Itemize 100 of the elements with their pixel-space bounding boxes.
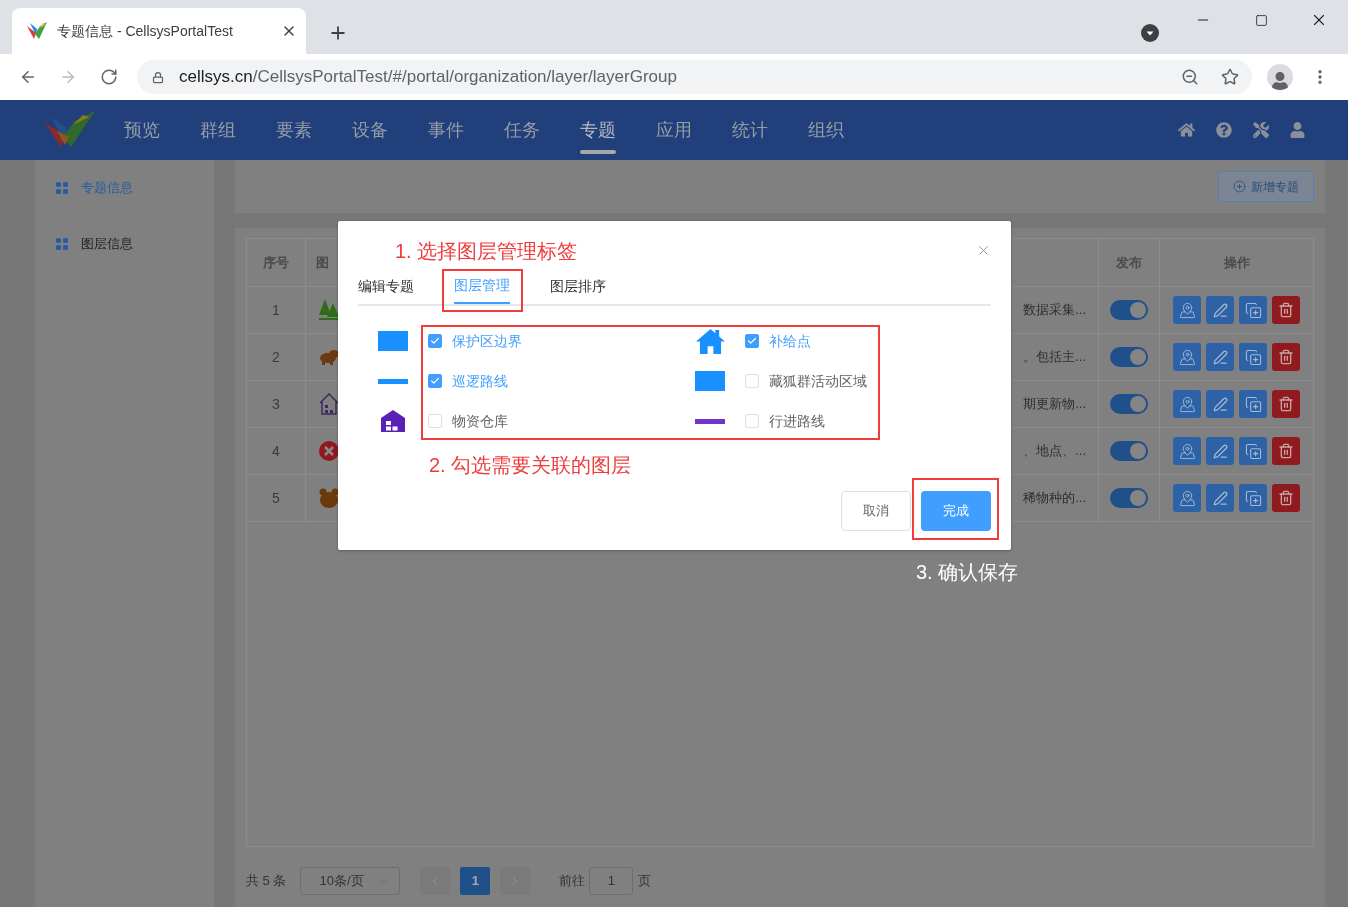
goto-page-field[interactable]: 1: [589, 867, 634, 895]
error-icon: [319, 441, 339, 461]
checkbox[interactable]: [428, 334, 442, 348]
table-cell-text: 1: [272, 300, 280, 320]
map-button[interactable]: [1173, 437, 1201, 465]
help-icon[interactable]: [1216, 122, 1232, 138]
copy-button[interactable]: [1239, 296, 1267, 324]
confirm-button[interactable]: 完成: [921, 491, 991, 531]
edit-button[interactable]: [1206, 484, 1234, 512]
tab-title: 专题信息 - CellsysPortalTest: [57, 21, 233, 41]
trash-icon: [1278, 443, 1294, 459]
map-button[interactable]: [1173, 390, 1201, 418]
annotation-text: 2. 勾选需要关联的图层: [429, 453, 632, 478]
layer-label: 行进路线: [769, 411, 825, 431]
tools-icon[interactable]: [1253, 122, 1269, 138]
copy-button[interactable]: [1239, 484, 1267, 512]
nav-tab[interactable]: 要素: [276, 100, 312, 160]
browser-tab[interactable]: 专题信息 - CellsysPortalTest: [12, 8, 306, 54]
star-icon[interactable]: [1221, 68, 1239, 86]
map-pin-icon: [1178, 301, 1196, 319]
address-field[interactable]: cellsys.cn/CellsysPortalTest/#/portal/organization/layer/layerGroup: [137, 60, 1252, 94]
dialog-tab[interactable]: 图层管理: [454, 273, 510, 304]
goto-suffix: 页: [638, 872, 652, 891]
toggle-switch[interactable]: [1110, 394, 1148, 414]
table-cell-text: 数据采集...: [1023, 301, 1086, 320]
map-button[interactable]: [1173, 296, 1201, 324]
grid-icon: [56, 182, 68, 194]
tree-icon: [319, 299, 339, 321]
nav-tab[interactable]: 预览: [124, 100, 160, 160]
delete-button[interactable]: [1272, 296, 1300, 324]
cancel-button[interactable]: 取消: [841, 491, 911, 531]
nav-tab[interactable]: 应用: [656, 100, 692, 160]
new-tab-icon[interactable]: [328, 23, 348, 43]
table-cell-text: 4: [272, 441, 280, 461]
copy-button[interactable]: [1239, 437, 1267, 465]
layer-label: 保护区边界: [452, 331, 522, 351]
toggle-switch[interactable]: [1110, 347, 1148, 367]
pencil-icon: [1212, 490, 1228, 506]
total-count: 共 5 条: [246, 872, 287, 891]
pencil-icon: [1212, 443, 1228, 459]
nav-tab[interactable]: 设备: [352, 100, 388, 160]
layer-label: 物资仓库: [452, 411, 508, 431]
checkbox[interactable]: [428, 374, 442, 388]
toggle-switch[interactable]: [1110, 441, 1148, 461]
map-pin-icon: [1178, 489, 1196, 507]
animal-icon: [319, 349, 339, 365]
edit-button[interactable]: [1206, 390, 1234, 418]
new-topic-button[interactable]: 新增专题: [1218, 171, 1314, 202]
delete-button[interactable]: [1272, 484, 1300, 512]
pencil-icon: [1212, 396, 1228, 412]
nav-tab[interactable]: 组织: [808, 100, 844, 160]
copy-icon: [1244, 395, 1262, 413]
checkmark-icon: [747, 336, 757, 346]
zoom-icon[interactable]: [1181, 68, 1199, 86]
home-icon[interactable]: [1178, 122, 1195, 138]
edit-button[interactable]: [1206, 437, 1234, 465]
copy-icon: [1244, 489, 1262, 507]
copy-button[interactable]: [1239, 390, 1267, 418]
dialog-tab[interactable]: 编辑专题: [358, 273, 414, 304]
user-icon[interactable]: [1290, 122, 1305, 138]
maximize-icon[interactable]: [1254, 13, 1268, 27]
map-button[interactable]: [1173, 343, 1201, 371]
nav-tab[interactable]: 事件: [428, 100, 464, 160]
edit-button[interactable]: [1206, 343, 1234, 371]
nav-tab[interactable]: 群组: [200, 100, 236, 160]
layer-label: 藏狐群活动区域: [769, 371, 867, 391]
forward-icon[interactable]: [59, 68, 77, 86]
trash-icon: [1278, 349, 1294, 365]
trash-icon: [1278, 490, 1294, 506]
table-cell-text: 期更新物...: [1023, 395, 1086, 414]
checkbox[interactable]: [745, 334, 759, 348]
delete-button[interactable]: [1272, 343, 1300, 371]
nav-tab[interactable]: 任务: [504, 100, 540, 160]
edit-button[interactable]: [1206, 296, 1234, 324]
sidebar-item[interactable]: 图层信息: [35, 216, 214, 272]
toggle-switch[interactable]: [1110, 300, 1148, 320]
lock-icon: [152, 70, 164, 84]
nav-tab[interactable]: 统计: [732, 100, 768, 160]
annotation-text: 3. 确认保存: [916, 560, 1019, 585]
tab-underline: [580, 150, 616, 154]
annotation-text: 1. 选择图层管理标签: [395, 238, 578, 264]
delete-button[interactable]: [1272, 390, 1300, 418]
bear-icon: [319, 488, 339, 508]
reload-icon[interactable]: [100, 68, 118, 86]
map-button[interactable]: [1173, 484, 1201, 512]
page-button[interactable]: 1: [460, 867, 491, 895]
avatar-icon[interactable]: [1267, 64, 1293, 90]
table-cell-text: 3: [272, 394, 280, 414]
dialog-tab[interactable]: 图层排序: [550, 273, 606, 304]
pencil-icon: [1212, 349, 1228, 365]
delete-button[interactable]: [1272, 437, 1300, 465]
page-size-select[interactable]: 10条/页: [300, 867, 401, 895]
dropdown-icon[interactable]: [1141, 24, 1159, 42]
back-icon[interactable]: [19, 68, 37, 86]
checkmark-icon: [430, 336, 440, 346]
table-cell-text: 稀物种的...: [1023, 489, 1086, 508]
map-pin-icon: [1178, 395, 1196, 413]
toggle-switch[interactable]: [1110, 488, 1148, 508]
copy-button[interactable]: [1239, 343, 1267, 371]
nav-tab[interactable]: 专题: [580, 100, 616, 160]
